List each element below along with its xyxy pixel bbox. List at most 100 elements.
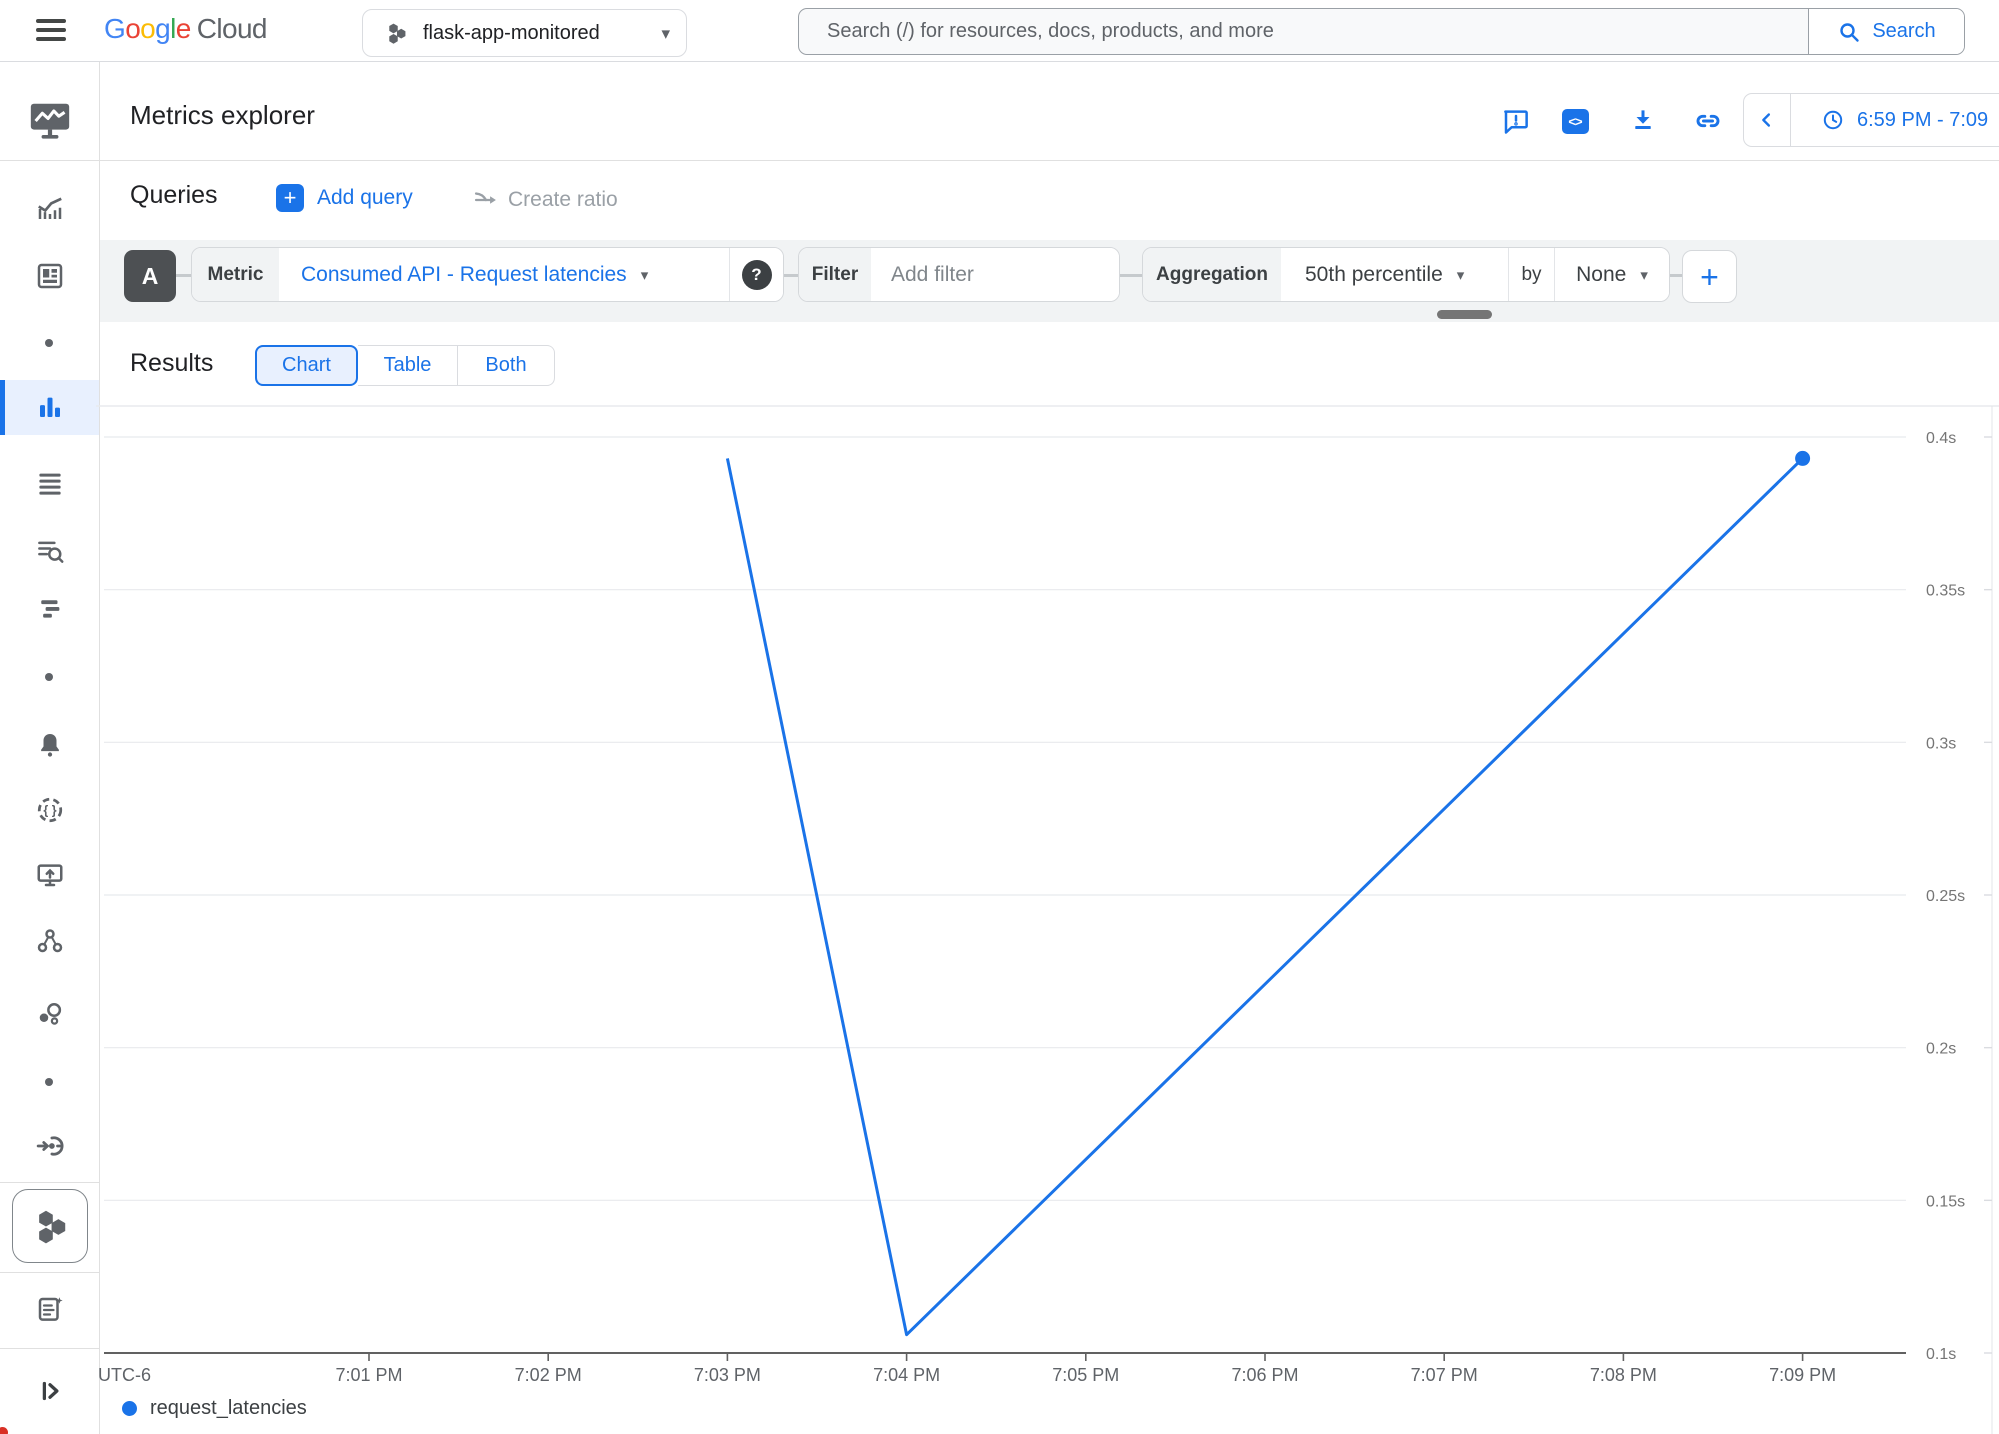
logo-letter: G <box>104 13 125 44</box>
download-button[interactable] <box>1626 104 1660 138</box>
download-icon <box>1628 106 1658 136</box>
active-nav-bar <box>0 380 5 435</box>
logo-letter: o <box>140 13 155 44</box>
aggregation-pill: Aggregation 50th percentile ▾ by None ▾ <box>1142 247 1670 302</box>
aggregation-label: Aggregation <box>1143 248 1281 301</box>
header-divider <box>0 160 1999 161</box>
hexagons-icon <box>29 1205 71 1247</box>
band-resize-handle[interactable] <box>1437 310 1492 319</box>
metric-dropdown[interactable]: Consumed API - Request latencies ▾ <box>279 248 729 301</box>
hamburger-menu-icon[interactable] <box>36 19 66 43</box>
nav-overflow-dot <box>45 1078 53 1086</box>
group-by-value: None <box>1576 263 1626 287</box>
metric-help-button[interactable]: ? <box>730 248 783 301</box>
svg-text:0.4s: 0.4s <box>1926 430 1956 447</box>
sidebar-item-metrics-explorer[interactable] <box>26 383 74 431</box>
chevron-down-icon: ▾ <box>1640 266 1648 284</box>
group-by-dropdown[interactable]: None ▾ <box>1555 248 1669 301</box>
svg-text:0.1s: 0.1s <box>1926 1346 1956 1363</box>
view-code-button[interactable]: <> <box>1558 104 1592 138</box>
chevron-down-icon: ▾ <box>1457 266 1465 284</box>
sidebar-item-overview[interactable] <box>26 185 74 233</box>
link-icon <box>1692 105 1724 137</box>
tab-both[interactable]: Both <box>458 345 555 386</box>
cluster-nodes-icon <box>35 926 65 956</box>
project-hexagons-icon <box>383 20 409 46</box>
ratio-arrow-icon <box>472 186 500 214</box>
svg-text:0.35s: 0.35s <box>1926 583 1965 600</box>
expand-panel-icon <box>35 1376 65 1406</box>
add-filter-input[interactable] <box>871 263 1091 287</box>
chevron-left-icon <box>1756 109 1778 131</box>
search-input[interactable] <box>799 9 1808 54</box>
metric-label: Metric <box>192 248 279 301</box>
logo-letter: o <box>125 13 140 44</box>
svg-text:{ }: { } <box>43 804 56 818</box>
chevron-down-icon: ▾ <box>661 25 670 42</box>
sidebar-item-release-notes[interactable] <box>26 1285 74 1333</box>
feedback-icon <box>1501 106 1531 136</box>
results-view-toggle: Chart Table Both <box>255 345 555 386</box>
sidebar-item-integrations[interactable] <box>26 1122 74 1170</box>
project-selector[interactable]: flask-app-monitored ▾ <box>362 9 687 57</box>
help-icon: ? <box>742 260 772 290</box>
latency-line-chart[interactable]: 0.4s0.35s0.3s0.25s0.2s0.15s0.1s7:01 PM7:… <box>96 405 1999 1434</box>
metric-value: Consumed API - Request latencies <box>301 263 627 287</box>
svg-text:UTC-6: UTC-6 <box>98 1365 151 1385</box>
sidebar-item-log-search[interactable] <box>26 527 74 575</box>
share-link-button[interactable] <box>1691 104 1725 138</box>
pill-connector <box>784 274 798 277</box>
plus-icon: + <box>276 184 304 212</box>
overview-chart-icon <box>35 194 65 224</box>
sidebar-item-trace[interactable] <box>26 585 74 633</box>
collapse-time-button[interactable] <box>1744 94 1790 146</box>
aggregation-value: 50th percentile <box>1305 263 1443 287</box>
svg-text:0.3s: 0.3s <box>1926 735 1956 752</box>
filter-label: Filter <box>799 248 871 301</box>
chart-canvas: 0.4s0.35s0.3s0.25s0.2s0.15s0.1s7:01 PM7:… <box>96 405 1999 1434</box>
aggregation-dropdown[interactable]: 50th percentile ▾ <box>1281 248 1508 301</box>
sidebar-item-groups[interactable] <box>26 917 74 965</box>
create-ratio-button[interactable]: Create ratio <box>472 186 618 214</box>
svg-text:0.25s: 0.25s <box>1926 888 1965 905</box>
rail-section-divider <box>0 1272 99 1273</box>
code-icon: <> <box>1562 109 1589 134</box>
tab-chart[interactable]: Chart <box>255 345 358 386</box>
metric-pill: Metric Consumed API - Request latencies … <box>191 247 784 302</box>
expand-nav-button[interactable] <box>26 1367 74 1415</box>
pill-connector <box>1120 274 1142 277</box>
sidebar-item-permissions[interactable] <box>26 991 74 1039</box>
sidebar-item-services[interactable]: { } <box>26 786 74 834</box>
svg-text:7:04 PM: 7:04 PM <box>873 1365 940 1385</box>
global-search: Search <box>798 8 1965 55</box>
sidebar-item-dashboards[interactable] <box>26 252 74 300</box>
svg-text:7:09 PM: 7:09 PM <box>1769 1365 1836 1385</box>
create-ratio-label: Create ratio <box>508 188 618 212</box>
time-range-value[interactable]: 6:59 PM - 7:09 <box>1857 109 1988 132</box>
logo-letter: g <box>155 13 170 44</box>
circles-pair-icon <box>35 1000 65 1030</box>
top-bar: GoogleCloud flask-app-monitored ▾ <box>0 0 1999 62</box>
svg-text:0.15s: 0.15s <box>1926 1193 1965 1210</box>
by-label: by <box>1521 264 1541 286</box>
add-query-label: Add query <box>317 186 413 210</box>
tab-table[interactable]: Table <box>358 345 458 386</box>
sidebar-item-monitoring-home[interactable] <box>26 96 74 144</box>
time-range-control: 6:59 PM - 7:09 <box>1743 93 1999 147</box>
sidebar-item-alerting[interactable] <box>26 721 74 769</box>
by-label-section: by <box>1509 248 1554 301</box>
sidebar-item-uptime-checks[interactable] <box>26 851 74 899</box>
metrics-explorer-page: GoogleCloud flask-app-monitored ▾ <box>0 0 1999 1434</box>
svg-text:7:06 PM: 7:06 PM <box>1231 1365 1298 1385</box>
add-query-button[interactable]: + Add query <box>276 184 413 212</box>
logo-letter: e <box>176 13 191 44</box>
chart-legend[interactable]: request_latencies <box>122 1397 307 1420</box>
sidebar-item-alerting-policies[interactable] <box>26 459 74 507</box>
nav-overflow-dot <box>45 673 53 681</box>
search-button[interactable]: Search <box>1808 9 1964 54</box>
add-aggregation-step-button[interactable]: + <box>1682 250 1737 303</box>
feedback-button[interactable] <box>1499 104 1533 138</box>
query-letter-badge: A <box>124 250 176 302</box>
sidebar-item-app-hexagons[interactable] <box>12 1189 88 1263</box>
pill-connector <box>176 274 191 277</box>
